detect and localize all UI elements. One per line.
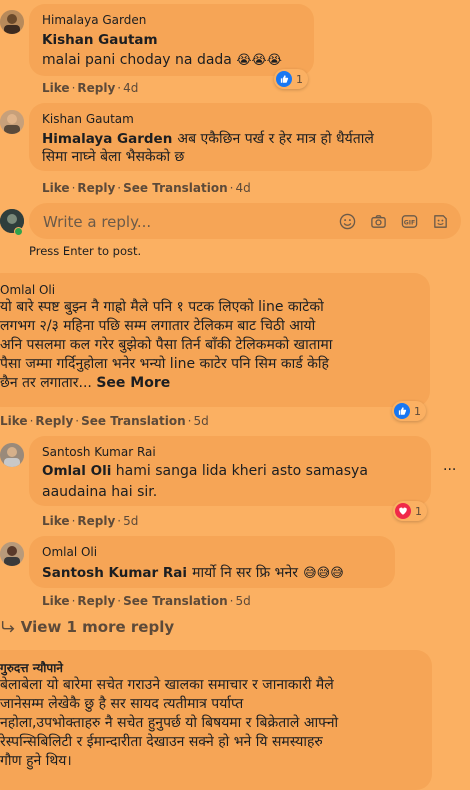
comment-text-line: सिमा नाघ्ने बेला भैसकेको छ <box>42 149 185 165</box>
sweat-smile-emoji: 😅😅😅 <box>303 566 344 581</box>
comment-header-name[interactable]: Kishan Gautam <box>42 112 134 126</box>
reaction-summary[interactable]: 1 <box>274 69 308 89</box>
emoji-icon[interactable] <box>338 212 356 230</box>
crying-emoji: 😭😭😭 <box>236 53 282 68</box>
mentioned-author[interactable]: Santosh Kumar Rai <box>42 565 187 581</box>
sticker-icon[interactable] <box>431 212 449 230</box>
reply-button[interactable]: Reply <box>77 594 115 608</box>
comment-bubble: Himalaya Garden Kishan Gautam malai pani… <box>29 4 314 76</box>
comment-text-line: यो बारे स्पष्ट बुझ्न नै गाह्रो मैले पनि … <box>0 299 324 315</box>
reply-button[interactable]: Reply <box>77 514 115 528</box>
comment-text-line: रेस्पन्सिबिलिटी र ईमान्दारीता देखाउन सक्… <box>0 734 323 750</box>
comment-text: मार्यो नि सर फ्रि भनेर <box>192 565 299 581</box>
like-button[interactable]: Like <box>42 81 70 95</box>
online-status-dot <box>14 227 23 236</box>
reply-button[interactable]: Reply <box>77 81 115 95</box>
comment-text-line: गौण हुने थिय। <box>0 753 72 769</box>
see-translation-link[interactable]: See Translation <box>81 414 186 428</box>
comment-bubble: Omlal Oli Santosh Kumar Rai मार्यो नि सर… <box>29 536 395 588</box>
comment-text-line: अनि पसलमा कल गरेर बुझेको पैसा तिर्न बाँक… <box>0 337 333 353</box>
comment-bubble: गुरुदत्त न्यौपाने बेलाबेला यो बारेमा सचे… <box>0 650 432 790</box>
comment-text-line: छैन तर लगातार... <box>0 375 92 391</box>
comment-bubble: Kishan Gautam Himalaya Garden अब एकैछिन … <box>29 103 432 171</box>
see-more-link[interactable]: See More <box>96 375 170 391</box>
comment-text-line: पैसा जम्मा गर्दिनुहोला भनेर भन्यो line क… <box>0 356 329 372</box>
love-reaction-icon <box>395 503 411 519</box>
like-button[interactable]: Like <box>42 514 70 528</box>
reply-arrow-icon <box>0 618 21 636</box>
svg-text:GIF: GIF <box>403 219 415 226</box>
avatar[interactable] <box>0 542 24 566</box>
camera-icon[interactable] <box>369 212 387 230</box>
comment-actions: Like · Reply · 5d <box>42 514 139 528</box>
view-more-replies-link[interactable]: View 1 more reply <box>0 618 174 636</box>
avatar[interactable] <box>0 110 24 134</box>
comment-header-name[interactable]: गुरुदत्त न्यौपाने <box>0 659 63 676</box>
comment-actions: Like · Reply · See Translation · 4d <box>42 181 251 195</box>
timestamp[interactable]: 5d <box>123 514 138 528</box>
reply-button[interactable]: Reply <box>77 181 115 195</box>
reply-button[interactable]: Reply <box>35 414 73 428</box>
timestamp[interactable]: 5d <box>193 414 208 428</box>
comment-header-name[interactable]: Omlal Oli <box>0 283 55 297</box>
comment-header-name[interactable]: Omlal Oli <box>42 545 97 559</box>
avatar[interactable] <box>0 10 24 34</box>
timestamp[interactable]: 4d <box>123 81 138 95</box>
reply-input-container: GIF <box>29 203 461 241</box>
mentioned-author[interactable]: Himalaya Garden <box>42 131 172 147</box>
comment-actions: Like · Reply · See Translation · 5d <box>0 414 209 428</box>
comment-text: malai pani choday na dada <box>42 52 232 68</box>
timestamp[interactable]: 5d <box>235 594 250 608</box>
comment-actions: Like · Reply · 4d <box>42 81 139 95</box>
comment-header-name[interactable]: Santosh Kumar Rai <box>42 445 156 459</box>
more-options-icon[interactable]: ··· <box>443 462 456 478</box>
like-button[interactable]: Like <box>42 181 70 195</box>
reply-hint: Press Enter to post. <box>29 244 142 258</box>
gif-icon[interactable]: GIF <box>400 212 418 230</box>
comment-bubble: Santosh Kumar Rai Omlal Oli hami sanga l… <box>29 436 431 506</box>
reaction-count: 1 <box>296 72 303 86</box>
mentioned-author[interactable]: Kishan Gautam <box>42 32 158 48</box>
mentioned-author[interactable]: Omlal Oli <box>42 463 111 479</box>
avatar[interactable] <box>0 443 24 467</box>
like-reaction-icon <box>394 403 410 419</box>
view-more-replies-label: View 1 more reply <box>20 618 175 636</box>
comment-text-line: aaudaina hai sir. <box>42 484 158 500</box>
comment-text-line: जानेसम्म लेखेकै छु है सर सायद त्यतीमात्र… <box>0 696 244 712</box>
reaction-summary[interactable]: 1 <box>393 501 427 521</box>
see-translation-link[interactable]: See Translation <box>123 594 228 608</box>
comment-header-name[interactable]: Himalaya Garden <box>42 13 146 27</box>
comment-text-line: लगभग २/३ महिना पछि सम्म लगातार टेलिकम बा… <box>0 318 316 334</box>
see-translation-link[interactable]: See Translation <box>123 181 228 195</box>
reaction-count: 1 <box>414 404 421 418</box>
reaction-count: 1 <box>415 504 422 518</box>
comment-text: अब एकैछिन पर्ख र हेर मात्र हो धैर्यताले <box>177 131 374 147</box>
like-button[interactable]: Like <box>0 414 28 428</box>
comment-bubble: Omlal Oli यो बारे स्पष्ट बुझ्न नै गाह्रो… <box>0 273 430 407</box>
comment-text-line: बेलाबेला यो बारेमा सचेत गराउने खालका समा… <box>0 677 334 693</box>
comment-text: hami sanga lida kheri asto samasya <box>115 463 368 479</box>
timestamp[interactable]: 4d <box>235 181 250 195</box>
reaction-summary[interactable]: 1 <box>392 401 426 421</box>
like-button[interactable]: Like <box>42 594 70 608</box>
like-reaction-icon <box>276 71 292 87</box>
comment-text-line: नहोला,उपभोक्ताहरु नै सचेत हुनुपर्छ यो बि… <box>0 715 339 731</box>
reply-input[interactable] <box>41 203 325 241</box>
comment-actions: Like · Reply · See Translation · 5d <box>42 594 251 608</box>
